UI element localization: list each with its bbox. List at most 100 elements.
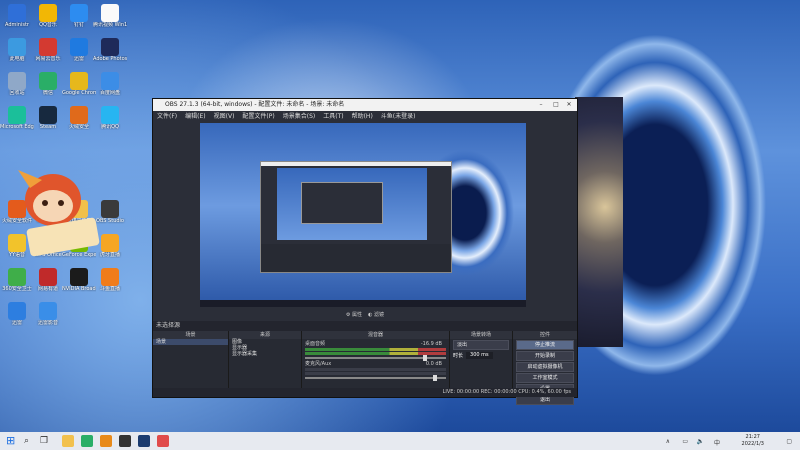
- duration-field[interactable]: 300 ms: [466, 352, 493, 359]
- menu-item[interactable]: 文件(F): [157, 111, 177, 122]
- desktop-icon[interactable]: 火绒安全: [62, 106, 96, 130]
- network-icon[interactable]: ▭: [682, 438, 688, 445]
- desktop-icon[interactable]: Administr: [0, 4, 34, 28]
- task-view-icon[interactable]: ❐: [40, 435, 52, 447]
- desktop-icon[interactable]: NVIDIA Broadcast: [62, 268, 96, 292]
- app-icon: [70, 268, 88, 286]
- desktop-icon[interactable]: 回收站: [0, 72, 34, 96]
- app-icon: [101, 106, 119, 124]
- clock-date: 2022/1/3: [741, 441, 764, 447]
- app-icon: [39, 72, 57, 90]
- obs-preview[interactable]: [200, 123, 526, 307]
- app-icon: [39, 106, 57, 124]
- wechat-icon[interactable]: [81, 435, 93, 447]
- list-item[interactable]: 显示器采集: [229, 351, 301, 357]
- volume-meter: [305, 372, 446, 375]
- desktop-icon-label: Google Chrome: [62, 90, 96, 96]
- obs-titlebar: OBS 27.1.3 (64-bit, windows) - 配置文件: 未命名…: [153, 99, 577, 111]
- desktop-icon[interactable]: 迅雷影音: [31, 302, 65, 326]
- scenes-header: 场景: [153, 331, 228, 339]
- desktop-icon-label: 斗鱼直播: [99, 286, 120, 292]
- clock[interactable]: 21:27 2022/1/3: [742, 434, 764, 448]
- desktop-icon[interactable]: 网易有道: [31, 268, 65, 292]
- menu-item[interactable]: 帮助(H): [352, 111, 373, 122]
- desktop-icon[interactable]: 斗鱼直播: [93, 268, 127, 292]
- desktop-icon[interactable]: Microsoft Edge: [0, 106, 34, 130]
- desktop-icon-label: 此电脑: [9, 56, 25, 62]
- app-orange-icon[interactable]: [100, 435, 112, 447]
- desktop-icon[interactable]: 钉钉: [62, 4, 96, 28]
- desktop-icon-label: Administr: [5, 22, 29, 28]
- desktop-icon[interactable]: Steam: [31, 106, 65, 130]
- properties-label: 属性: [352, 312, 363, 318]
- sources-header: 来源: [229, 331, 301, 339]
- properties-button[interactable]: ⚙ 属性: [346, 311, 362, 319]
- list-item[interactable]: 场景: [153, 339, 228, 345]
- desktop-icon[interactable]: 360安全卫士: [0, 268, 34, 292]
- input-method-icon[interactable]: 中: [714, 438, 720, 447]
- desktop-icon[interactable]: QQ音乐: [31, 4, 65, 28]
- mixer-track: 桌面音频 -16.9 dB: [305, 341, 446, 361]
- close-icon[interactable]: ✕: [563, 99, 575, 111]
- menu-item[interactable]: 配置文件(P): [242, 111, 274, 122]
- desktop-icon-label: Adobe Photosh: [93, 56, 127, 62]
- file-explorer-icon[interactable]: [62, 435, 74, 447]
- track-db: -16.9 dB: [420, 341, 442, 347]
- menu-item[interactable]: 场景集合(S): [283, 111, 316, 122]
- app-icon: [8, 268, 26, 286]
- volume-icon[interactable]: 🔈: [697, 438, 704, 445]
- desktop-icon-label: 腾讯视频 Win10版: [93, 22, 127, 28]
- start-icon[interactable]: ⊞: [6, 435, 18, 447]
- desktop-icon[interactable]: 腾讯视频 Win10版: [93, 4, 127, 28]
- app-icon: [8, 4, 26, 22]
- control-button[interactable]: 工作室模式: [516, 373, 574, 383]
- menu-item[interactable]: 视图(V): [214, 111, 235, 122]
- menu-item[interactable]: 编辑(E): [185, 111, 205, 122]
- app-red-icon[interactable]: [157, 435, 169, 447]
- app-icon: [8, 38, 26, 56]
- desktop-icon-label: 360安全卫士: [2, 286, 32, 292]
- filters-button[interactable]: ◐ 滤镜: [368, 311, 384, 319]
- desktop-icon-label: 回收站: [9, 90, 25, 96]
- app-icon: [8, 106, 26, 124]
- desktop-icon[interactable]: 网易云音乐: [31, 38, 65, 62]
- transition-select[interactable]: 淡出: [453, 340, 509, 350]
- menu-item[interactable]: 斗鱼(未登录): [381, 111, 416, 122]
- tray-chevron-icon[interactable]: ∧: [666, 438, 670, 445]
- desktop-icon-label: 钉钉: [73, 22, 84, 28]
- preview-taskbar: [200, 300, 526, 307]
- maximize-icon[interactable]: □: [550, 99, 562, 111]
- app-icon: [101, 4, 119, 22]
- steam-icon[interactable]: [138, 435, 150, 447]
- control-button[interactable]: 停止推流: [516, 340, 574, 350]
- app-icon: [8, 302, 26, 320]
- desktop-icon-label: 迅雷: [11, 320, 22, 326]
- desktop-icon-label: QQ音乐: [39, 22, 57, 28]
- obs-statusbar: LIVE: 00:00:00 REC: 00:00:00 CPU: 0.4%, …: [153, 388, 577, 397]
- volume-slider[interactable]: [305, 375, 446, 381]
- desktop-icon-label: Microsoft Edge: [0, 124, 34, 130]
- minimize-icon[interactable]: –: [535, 99, 547, 111]
- desktop-icon-label: 腾讯QQ: [101, 124, 119, 130]
- desktop-icon[interactable]: Adobe Photosh: [93, 38, 127, 62]
- notification-icon[interactable]: ▢: [786, 438, 792, 445]
- app-icon: [8, 72, 26, 90]
- obs-icon[interactable]: [119, 435, 131, 447]
- source-toolbar: ⚙ 属性 ◐ 滤镜: [153, 311, 577, 319]
- desktop-icon[interactable]: 迅雷: [0, 302, 34, 326]
- background-window: [575, 97, 623, 347]
- menu-item[interactable]: 工具(T): [323, 111, 343, 122]
- desktop-icon[interactable]: 迅雷: [62, 38, 96, 62]
- desktop-icon[interactable]: 百度网盘: [93, 72, 127, 96]
- desktop-icon[interactable]: Google Chrome: [62, 72, 96, 96]
- slider-thumb[interactable]: [433, 375, 437, 381]
- desktop-icon[interactable]: 此电脑: [0, 38, 34, 62]
- desktop-icon[interactable]: 微信: [31, 72, 65, 96]
- app-icon: [101, 72, 119, 90]
- control-button[interactable]: 开始录制: [516, 351, 574, 361]
- desktop-icon[interactable]: 腾讯QQ: [93, 106, 127, 130]
- desktop-icon-label: 迅雷影音: [37, 320, 58, 326]
- search-icon[interactable]: ⌕: [24, 435, 36, 447]
- volume-slider[interactable]: [305, 355, 446, 361]
- control-button[interactable]: 启动虚拟摄像机: [516, 362, 574, 372]
